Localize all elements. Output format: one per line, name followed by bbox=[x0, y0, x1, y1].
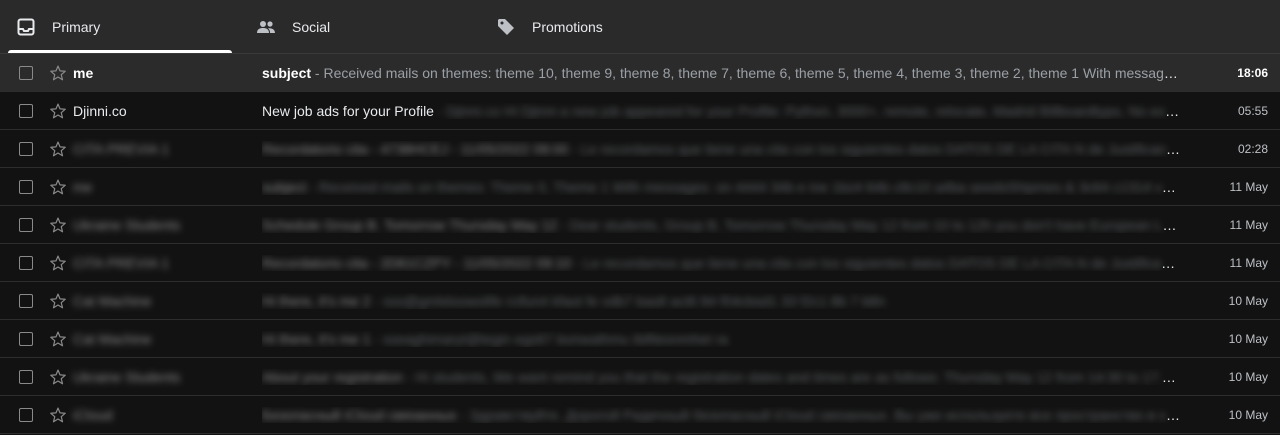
email-snippet: - Dear students, Group B, Tomorrow Thurs… bbox=[557, 216, 1182, 233]
sender-name: me bbox=[73, 178, 93, 195]
email-date: 11 May bbox=[1229, 255, 1268, 270]
email-content: Hi there, it's me 2 - sss@gmlsloowolife … bbox=[262, 293, 1182, 309]
sender-name: Cat Machine bbox=[73, 292, 152, 309]
email-snippet: - Received mails on themes: Theme 0, The… bbox=[306, 178, 1182, 195]
sender-name: CITA PREVIA 1 bbox=[73, 140, 170, 157]
email-date: 02:28 bbox=[1237, 141, 1268, 156]
email-snippet: - Hi students, We want remind you that t… bbox=[402, 368, 1182, 385]
email-date: 10 May bbox=[1228, 331, 1268, 346]
email-content: About your registration - Hi students, W… bbox=[262, 369, 1182, 385]
sender-name: Djinni.co bbox=[73, 102, 127, 119]
sender-name: Ukraine Students bbox=[73, 368, 181, 385]
email-content: subject - Received mails on themes: Them… bbox=[262, 179, 1182, 195]
tab-label: Primary bbox=[52, 18, 101, 35]
category-tabs: Primary Social Promotions bbox=[0, 0, 1280, 54]
email-row[interactable]: iCloud Безопасный iCloud связанных - Здра… bbox=[0, 396, 1280, 434]
star-icon[interactable] bbox=[49, 64, 67, 82]
email-subject: subject bbox=[262, 64, 312, 81]
email-date: 10 May bbox=[1228, 293, 1268, 308]
email-content: Schedule Group B. Tomorrow Thursday May … bbox=[262, 217, 1182, 233]
tab-label: Promotions bbox=[532, 18, 603, 35]
email-date: 11 May bbox=[1229, 217, 1268, 232]
email-row[interactable]: me subject - Received mails on themes: Th… bbox=[0, 168, 1280, 206]
select-checkbox[interactable] bbox=[19, 103, 33, 118]
tab-social[interactable]: Social bbox=[240, 0, 472, 53]
email-content: New job ads for your Profile - Djinni.co… bbox=[262, 103, 1182, 119]
sender-name: Ukraine Students bbox=[73, 216, 181, 233]
select-checkbox[interactable] bbox=[19, 407, 33, 422]
email-date: 10 May bbox=[1228, 407, 1268, 422]
email-date: 10 May bbox=[1228, 369, 1268, 384]
email-row[interactable]: Djinni.co New job ads for your Profile - … bbox=[0, 92, 1280, 130]
email-content: subject - Received mails on themes: them… bbox=[262, 65, 1182, 81]
email-row[interactable]: CITA PREVIA 1 Recordatorio cita - 4738HCE… bbox=[0, 130, 1280, 168]
people-icon bbox=[256, 17, 276, 37]
email-snippet: - sss@gmlsloowolife rcifun4 kfaot fe vdb… bbox=[370, 292, 886, 309]
star-icon[interactable] bbox=[49, 102, 67, 120]
email-snippet: - Le recordamos que tiene una cita con l… bbox=[568, 140, 1182, 157]
star-icon[interactable] bbox=[49, 368, 67, 386]
email-snippet: - Здравствуйте, Дорогой Ридичный безопас… bbox=[456, 406, 1182, 423]
email-subject: Hi there, it's me 2 bbox=[262, 292, 371, 309]
sender-name: me bbox=[73, 64, 94, 81]
sender-name: CITA PREVIA 1 bbox=[73, 254, 170, 271]
email-subject: subject bbox=[262, 178, 307, 195]
email-date: 18:06 bbox=[1237, 65, 1268, 80]
tab-promotions[interactable]: Promotions bbox=[480, 0, 712, 53]
email-date: 11 May bbox=[1229, 179, 1268, 194]
email-snippet: - Le recordamos que tiene una cita con l… bbox=[571, 254, 1182, 271]
email-content: Hi there, it's me 1 - sseaghimaryt@tegin… bbox=[262, 331, 1182, 347]
select-checkbox[interactable] bbox=[19, 369, 33, 384]
email-snippet: - Received mails on themes: theme 10, th… bbox=[311, 64, 1182, 81]
email-row[interactable]: Cat Machine Hi there, it's me 2 - sss@gml… bbox=[0, 282, 1280, 320]
email-row[interactable]: Ukraine Students About your registration … bbox=[0, 358, 1280, 396]
inbox-icon bbox=[16, 17, 36, 37]
email-row[interactable]: me subject - Received mails on themes: th… bbox=[0, 54, 1280, 92]
email-subject: About your registration bbox=[262, 368, 403, 385]
select-checkbox[interactable] bbox=[19, 65, 33, 80]
email-content: Безопасный iCloud связанных - Здравствуй… bbox=[262, 407, 1182, 423]
select-checkbox[interactable] bbox=[19, 141, 33, 156]
select-checkbox[interactable] bbox=[19, 255, 33, 270]
sender-name: Cat Machine bbox=[73, 330, 152, 347]
star-icon[interactable] bbox=[49, 292, 67, 310]
email-subject: New job ads for your Profile bbox=[262, 102, 434, 119]
select-checkbox[interactable] bbox=[19, 217, 33, 232]
email-subject: Безопасный iCloud связанных bbox=[262, 406, 457, 423]
email-snippet: - sseaghimaryt@tegin egs67 bonwathmu ibi… bbox=[370, 330, 728, 347]
email-content: Recordatorio cita - 4738HCEJ - 11/05/202… bbox=[262, 141, 1182, 157]
select-checkbox[interactable] bbox=[19, 179, 33, 194]
email-content: Recordatorio cita - 2D61CZPY - 11/05/202… bbox=[262, 255, 1182, 271]
email-row[interactable]: Cat Machine Hi there, it's me 1 - sseaghi… bbox=[0, 320, 1280, 358]
sender-name: iCloud bbox=[73, 406, 113, 423]
email-list: me subject - Received mails on themes: th… bbox=[0, 54, 1280, 434]
email-subject: Schedule Group B. Tomorrow Thursday May … bbox=[262, 216, 558, 233]
select-checkbox[interactable] bbox=[19, 293, 33, 308]
email-subject: Recordatorio cita - 2D61CZPY - 11/05/202… bbox=[262, 254, 572, 271]
tag-icon bbox=[496, 17, 516, 37]
star-icon[interactable] bbox=[49, 330, 67, 348]
star-icon[interactable] bbox=[49, 216, 67, 234]
email-row[interactable]: CITA PREVIA 1 Recordatorio cita - 2D61CZP… bbox=[0, 244, 1280, 282]
select-checkbox[interactable] bbox=[19, 331, 33, 346]
email-snippet: - Djinni.co Hi Djinni a new job appeared… bbox=[433, 102, 1182, 119]
star-icon[interactable] bbox=[49, 140, 67, 158]
star-icon[interactable] bbox=[49, 254, 67, 272]
star-icon[interactable] bbox=[49, 406, 67, 424]
email-subject: Hi there, it's me 1 bbox=[262, 330, 371, 347]
star-icon[interactable] bbox=[49, 178, 67, 196]
tab-label: Social bbox=[292, 18, 331, 35]
email-subject: Recordatorio cita - 4738HCEJ - 11/05/202… bbox=[262, 140, 569, 157]
email-date: 05:55 bbox=[1237, 103, 1268, 118]
email-row[interactable]: Ukraine Students Schedule Group B. Tomorr… bbox=[0, 206, 1280, 244]
tab-primary[interactable]: Primary bbox=[0, 0, 232, 53]
